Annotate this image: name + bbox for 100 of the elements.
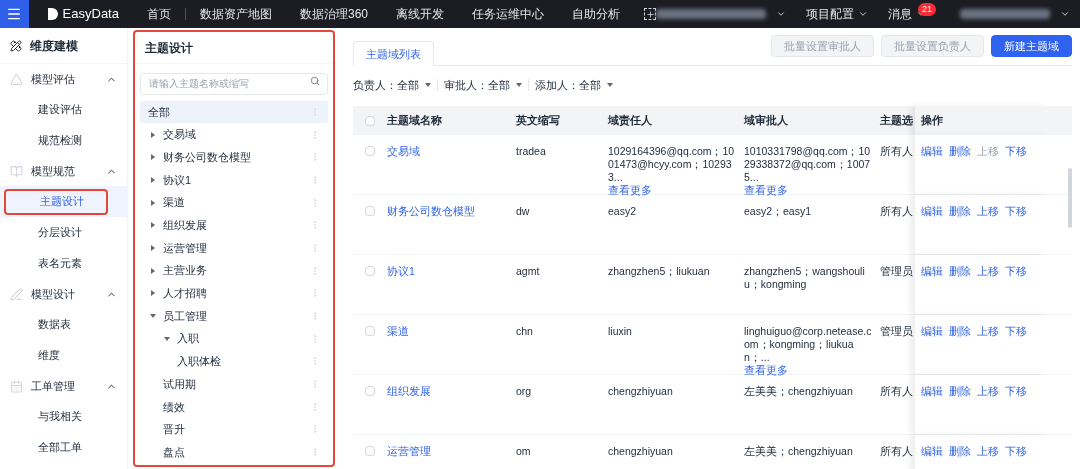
domain-name-link[interactable]: 运营管理 [387, 445, 431, 457]
row-action-link[interactable]: 下移 [1005, 385, 1027, 398]
calendar-icon [10, 379, 23, 393]
tree-item[interactable]: 员工管理 [140, 304, 328, 328]
tree-item[interactable]: 入职 [140, 327, 328, 351]
row-action-link[interactable]: 编辑 [921, 325, 943, 338]
row-action-link[interactable]: 删除 [949, 445, 971, 458]
sidebar-group[interactable]: 模型评估 [0, 64, 127, 94]
row-action-link[interactable]: 上移 [977, 445, 999, 458]
tree-item[interactable]: 协议1 [140, 168, 328, 192]
sidebar-item[interactable]: 建设评估 [0, 101, 82, 118]
sidebar-item[interactable]: 分层设计 [0, 224, 82, 241]
row-action-link[interactable]: 上移 [977, 205, 999, 218]
sidebar-group[interactable]: 模型规范 [0, 156, 127, 186]
table-cell: 管理员 [880, 325, 913, 337]
row-action-link[interactable]: 删除 [949, 325, 971, 338]
row-action-link[interactable]: 上移 [977, 385, 999, 398]
nav-link[interactable]: 数据治理360 [285, 5, 382, 23]
filter-dropdown[interactable]: 添加人：全部 [535, 76, 613, 94]
tree-item[interactable]: 绩效 [140, 395, 328, 419]
view-more-link[interactable]: 查看更多 [608, 184, 652, 197]
caret-icon [516, 83, 522, 87]
row-action-link[interactable]: 编辑 [921, 205, 943, 218]
table-cell: chengzhiyuan [608, 445, 673, 458]
tree-item[interactable]: 组织发展 [140, 213, 328, 237]
sidebar-group[interactable]: 模型设计 [0, 279, 127, 309]
tree-item[interactable]: 人才招聘 [140, 282, 328, 305]
menu-dropdown[interactable]: 项目配置 [806, 5, 868, 23]
row-action-link[interactable]: 下移 [1005, 445, 1027, 458]
row-action-link[interactable]: 上移 [977, 325, 999, 338]
row-action-link[interactable]: 删除 [949, 205, 971, 218]
row-action-link[interactable]: 上移 [977, 265, 999, 278]
row-action-link[interactable]: 下移 [1005, 205, 1027, 218]
domain-name-link[interactable]: 渠道 [387, 325, 409, 337]
filter-dropdown[interactable]: 负责人：全部 [353, 76, 431, 94]
nav-link[interactable]: 离线开发 [382, 5, 458, 23]
row-checkbox[interactable] [365, 266, 375, 276]
row-action-link[interactable]: 删除 [949, 385, 971, 398]
tree-item[interactable]: 入职体检 [140, 350, 328, 373]
table-cell: chn [516, 325, 533, 337]
triangle-icon [10, 72, 23, 86]
row-checkbox[interactable] [365, 446, 375, 456]
tree-item[interactable]: 试用期 [140, 372, 328, 396]
sidebar-item[interactable]: 规范检测 [0, 132, 82, 149]
row-action-link[interactable]: 下移 [1005, 265, 1027, 278]
sidebar-group[interactable]: 工单管理 [0, 371, 127, 401]
caret-icon[interactable] [1060, 9, 1070, 19]
tree-item[interactable]: 渠道 [140, 191, 328, 214]
row-action-link[interactable]: 删除 [949, 145, 971, 158]
table-cell-text: zhangzhen5；wangshouliu；kongming [744, 265, 866, 291]
domain-name-link[interactable]: 财务公司数仓模型 [387, 205, 475, 217]
row-action-link[interactable]: 编辑 [921, 145, 943, 158]
tree-item[interactable]: 运营管理 [140, 236, 328, 260]
table-cell: org [516, 385, 532, 397]
sidebar-item[interactable]: 数据表 [0, 316, 71, 333]
menu-button[interactable] [0, 0, 29, 28]
sidebar-item[interactable]: 维度 [0, 347, 60, 364]
tree-item[interactable]: 主营业务 [140, 259, 328, 282]
row-checkbox[interactable] [365, 146, 375, 156]
sidebar-item[interactable]: 表名元素 [0, 255, 82, 272]
tab[interactable]: 主题域列表 [353, 41, 434, 66]
view-more-link[interactable]: 查看更多 [744, 364, 788, 377]
scrollbar [1068, 168, 1072, 228]
view-more-link[interactable]: 查看更多 [744, 184, 788, 197]
tree-item[interactable]: 晋升 [140, 418, 328, 441]
row-action-link[interactable]: 下移 [1005, 325, 1027, 338]
sidebar-item[interactable]: 全部工单 [0, 439, 82, 456]
row-checkbox[interactable] [365, 206, 375, 216]
row-checkbox[interactable] [365, 326, 375, 336]
tree-item[interactable]: 交易域 [140, 123, 328, 146]
tree-item[interactable]: 全部 [140, 100, 328, 124]
pen-icon [10, 287, 23, 301]
row-action-link[interactable]: 删除 [949, 265, 971, 278]
nav-link[interactable]: 首页 [132, 5, 185, 23]
domain-name-link[interactable]: 协议1 [387, 265, 415, 277]
caret-icon [425, 83, 431, 87]
row-action-link[interactable]: 编辑 [921, 445, 943, 458]
row-action-link[interactable]: 编辑 [921, 385, 943, 398]
filter-dropdown[interactable]: 审批人：全部 [444, 76, 522, 94]
header-checkbox[interactable] [365, 115, 375, 126]
nav-link[interactable]: 任务运维中心 [458, 5, 558, 23]
row-action-link[interactable]: 下移 [1005, 145, 1027, 158]
tree-item[interactable]: 盘点 [140, 440, 328, 464]
nav-link[interactable]: 数据资产地图 [185, 5, 286, 23]
add-icon[interactable] [644, 8, 656, 20]
action-button[interactable]: 新建主题域 [991, 35, 1072, 57]
domain-name-link[interactable]: 组织发展 [387, 385, 431, 397]
table-cell: easy2 [608, 205, 637, 218]
search-field[interactable]: 请输入主题名称或缩写 [140, 72, 328, 95]
nav-link[interactable]: 自助分析 [558, 5, 634, 23]
row-action-link[interactable]: 编辑 [921, 265, 943, 278]
caret-icon[interactable] [776, 9, 786, 19]
column-header: 英文缩写 [516, 114, 560, 127]
sidebar-item[interactable]: 与我相关 [0, 408, 82, 425]
table-cell: 所有人 [880, 205, 913, 217]
table-cell: 所有人 [880, 145, 913, 157]
tree-item[interactable]: 财务公司数仓模型 [140, 145, 328, 169]
sidebar-item[interactable]: 主题设计 [4, 188, 108, 215]
row-checkbox[interactable] [365, 386, 375, 396]
domain-name-link[interactable]: 交易域 [387, 145, 420, 157]
